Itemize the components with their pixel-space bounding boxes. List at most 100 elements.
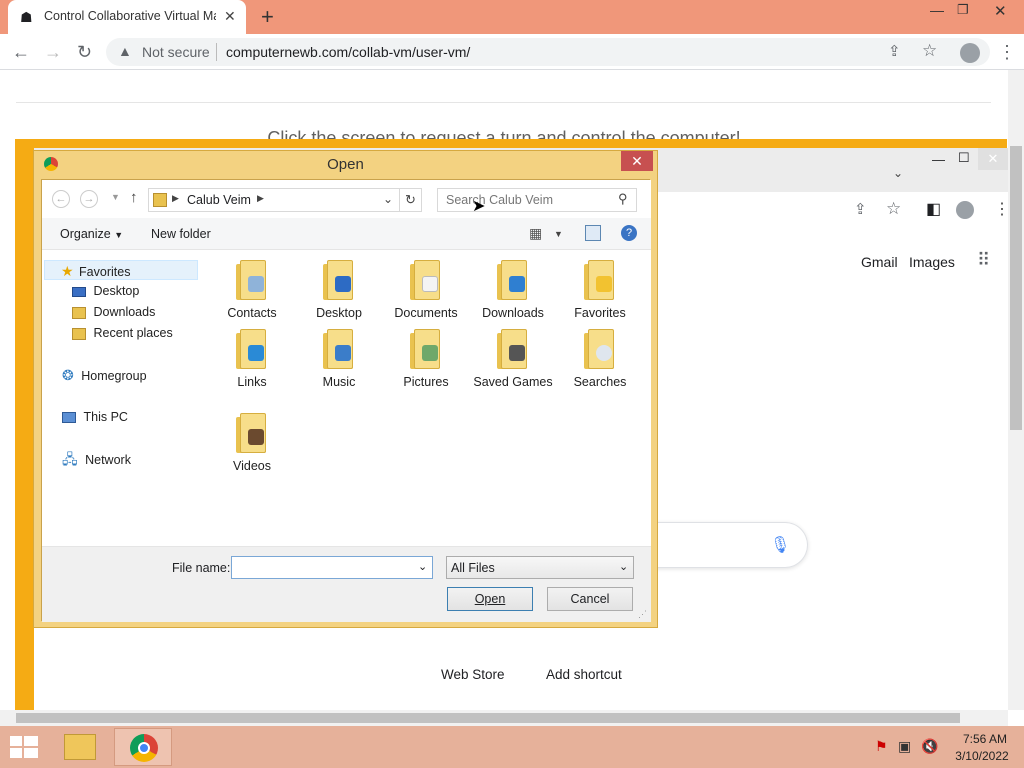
restore-icon[interactable]: ❐ [957,2,969,18]
nav-network[interactable]: 🖧 Network [62,449,131,469]
nav-recent-icon[interactable]: ▼ [111,192,120,202]
breadcrumb-bar[interactable]: ▶ Calub Veim ▶ ⌄ ↻ [148,188,422,212]
nav-up-icon[interactable]: ↑ [130,189,138,206]
folder-favorites[interactable]: Favorites [560,260,640,320]
back-icon[interactable]: ← [12,42,30,62]
folder-videos[interactable]: Videos [212,413,292,473]
folder-links[interactable]: Links [212,329,292,389]
vm-mic-icon[interactable]: 🎙 [770,535,790,555]
folder-label: Pictures [403,375,449,389]
preview-pane-icon[interactable] [585,225,601,241]
page-horizontal-scroll-thumb[interactable] [16,713,960,723]
organize-dropdown-icon: ▼ [114,230,124,240]
view-dropdown-icon[interactable]: ▼ [554,229,563,239]
cancel-button[interactable]: Cancel [547,587,633,611]
resize-grip-icon[interactable]: ⋰ [638,609,647,620]
page-vertical-scroll-thumb[interactable] [1010,146,1022,430]
new-folder-button[interactable]: New folder [151,227,211,241]
address-bar[interactable]: ▲ Not secure computernewb.com/collab-vm/… [106,38,990,66]
folder-saved-games[interactable]: Saved Games [473,329,553,389]
nav-downloads-label: Downloads [93,305,156,319]
file-type-select[interactable]: All Files ⌄ [446,556,634,579]
new-tab-icon[interactable]: + [261,4,274,30]
music-folder-icon [321,329,357,371]
vm-sidepanel-icon[interactable]: ◧ [926,199,941,219]
view-options-icon[interactable]: ▦ [529,225,542,242]
clock-date[interactable]: 3/10/2022 [954,749,1010,763]
dialog-close-button[interactable]: ✕ [621,151,653,171]
folder-label: Links [237,375,267,389]
nav-network-label: Network [85,453,131,467]
folder-label: Desktop [316,306,362,320]
folder-downloads[interactable]: Downloads [473,260,553,320]
search-box[interactable]: Search Calub Veim ⚲ [437,188,637,212]
folder-contacts[interactable]: Contacts [212,260,292,320]
tab-title: Control Collaborative Virtual Ma [44,9,216,23]
vm-tab-dropdown-icon[interactable]: ⌄ [893,166,903,180]
vm-star-icon[interactable]: ☆ [886,199,901,219]
search-icon[interactable]: ⚲ [618,191,628,207]
breadcrumb-dropdown-icon[interactable]: ⌄ [383,192,393,206]
nav-back-icon[interactable]: ← [52,190,70,208]
folder-searches[interactable]: Searches [560,329,640,389]
folder-music[interactable]: Music [299,329,379,389]
share-icon[interactable]: ⇪ [888,42,901,60]
bookmark-star-icon[interactable]: ☆ [922,41,937,61]
organize-button[interactable]: Organize ▼ [60,227,123,241]
vm-add-shortcut[interactable]: Add shortcut [546,667,622,682]
nav-favorites[interactable]: ★ Favorites [44,260,198,280]
nav-forward-icon[interactable]: → [80,190,98,208]
chrome-taskbar-button[interactable] [114,728,172,766]
minimize-icon[interactable]: — [930,2,944,18]
start-windows-icon[interactable] [10,736,38,758]
nav-this-pc[interactable]: This PC [62,407,128,427]
nav-recent-places[interactable]: Recent places [72,323,173,343]
folder-desktop[interactable]: Desktop [299,260,379,320]
clock-time[interactable]: 7:56 AM [960,732,1010,746]
command-bar: Organize ▼ New folder ▦ ▼ ? [42,218,651,250]
vm-close-icon[interactable]: ✕ [978,148,1008,170]
file-name-input[interactable]: ⌄ [231,556,433,579]
dialog-title: Open [327,156,364,173]
browser-tab[interactable]: ☗ Control Collaborative Virtual Ma ✕ [8,0,246,34]
network-tray-icon[interactable]: ▣ [898,738,911,755]
downloads-folder-icon [495,260,531,302]
breadcrumb-current[interactable]: Calub Veim [187,193,251,207]
nav-homegroup[interactable]: ❂ Homegroup [62,365,147,385]
menu-icon[interactable]: ⋮ [998,42,1016,62]
vm-images-link[interactable]: Images [909,254,955,270]
breadcrumb-chevron-icon[interactable]: ▶ [172,193,179,204]
file-name-dropdown-icon[interactable]: ⌄ [418,560,427,573]
documents-folder-icon [408,260,444,302]
refresh-icon[interactable]: ↻ [399,189,421,211]
forward-icon[interactable]: → [44,42,62,62]
action-center-flag-icon[interactable]: ⚑ [875,738,888,755]
file-type-dropdown-icon[interactable]: ⌄ [619,560,628,573]
profile-icon[interactable] [960,43,980,63]
open-button[interactable]: Open [447,587,533,611]
vm-webstore-shortcut[interactable]: Web Store [441,667,505,682]
folder-label: Contacts [227,306,277,320]
vm-profile-icon[interactable] [956,201,974,219]
folder-pictures[interactable]: Pictures [386,329,466,389]
file-explorer-taskbar-icon[interactable] [64,734,96,760]
vm-browser-toolbar: ⇪ ☆ ◧ ⋮ [660,196,1010,226]
vm-apps-grid-icon[interactable]: ⠿ [977,250,990,271]
reload-icon[interactable]: ↻ [77,42,92,62]
nav-downloads[interactable]: Downloads [72,302,155,322]
volume-muted-icon[interactable]: 🔇 [921,738,938,755]
folder-label: Favorites [574,306,626,320]
nav-recent-label: Recent places [93,326,173,340]
folder-documents[interactable]: Documents [386,260,466,320]
help-icon[interactable]: ? [621,225,637,241]
tab-close-icon[interactable]: ✕ [224,8,236,25]
window-close-icon[interactable]: ✕ [994,2,1007,20]
open-button-label: Open [474,592,506,606]
vm-minimize-icon[interactable]: — [932,152,945,167]
nav-desktop[interactable]: Desktop [72,281,139,301]
vm-share-icon[interactable]: ⇪ [854,200,867,218]
breadcrumb-chevron-icon[interactable]: ▶ [257,193,264,204]
vm-maximize-icon[interactable]: ☐ [958,150,970,166]
vm-gmail-link[interactable]: Gmail [861,254,898,270]
computer-icon [62,412,76,424]
